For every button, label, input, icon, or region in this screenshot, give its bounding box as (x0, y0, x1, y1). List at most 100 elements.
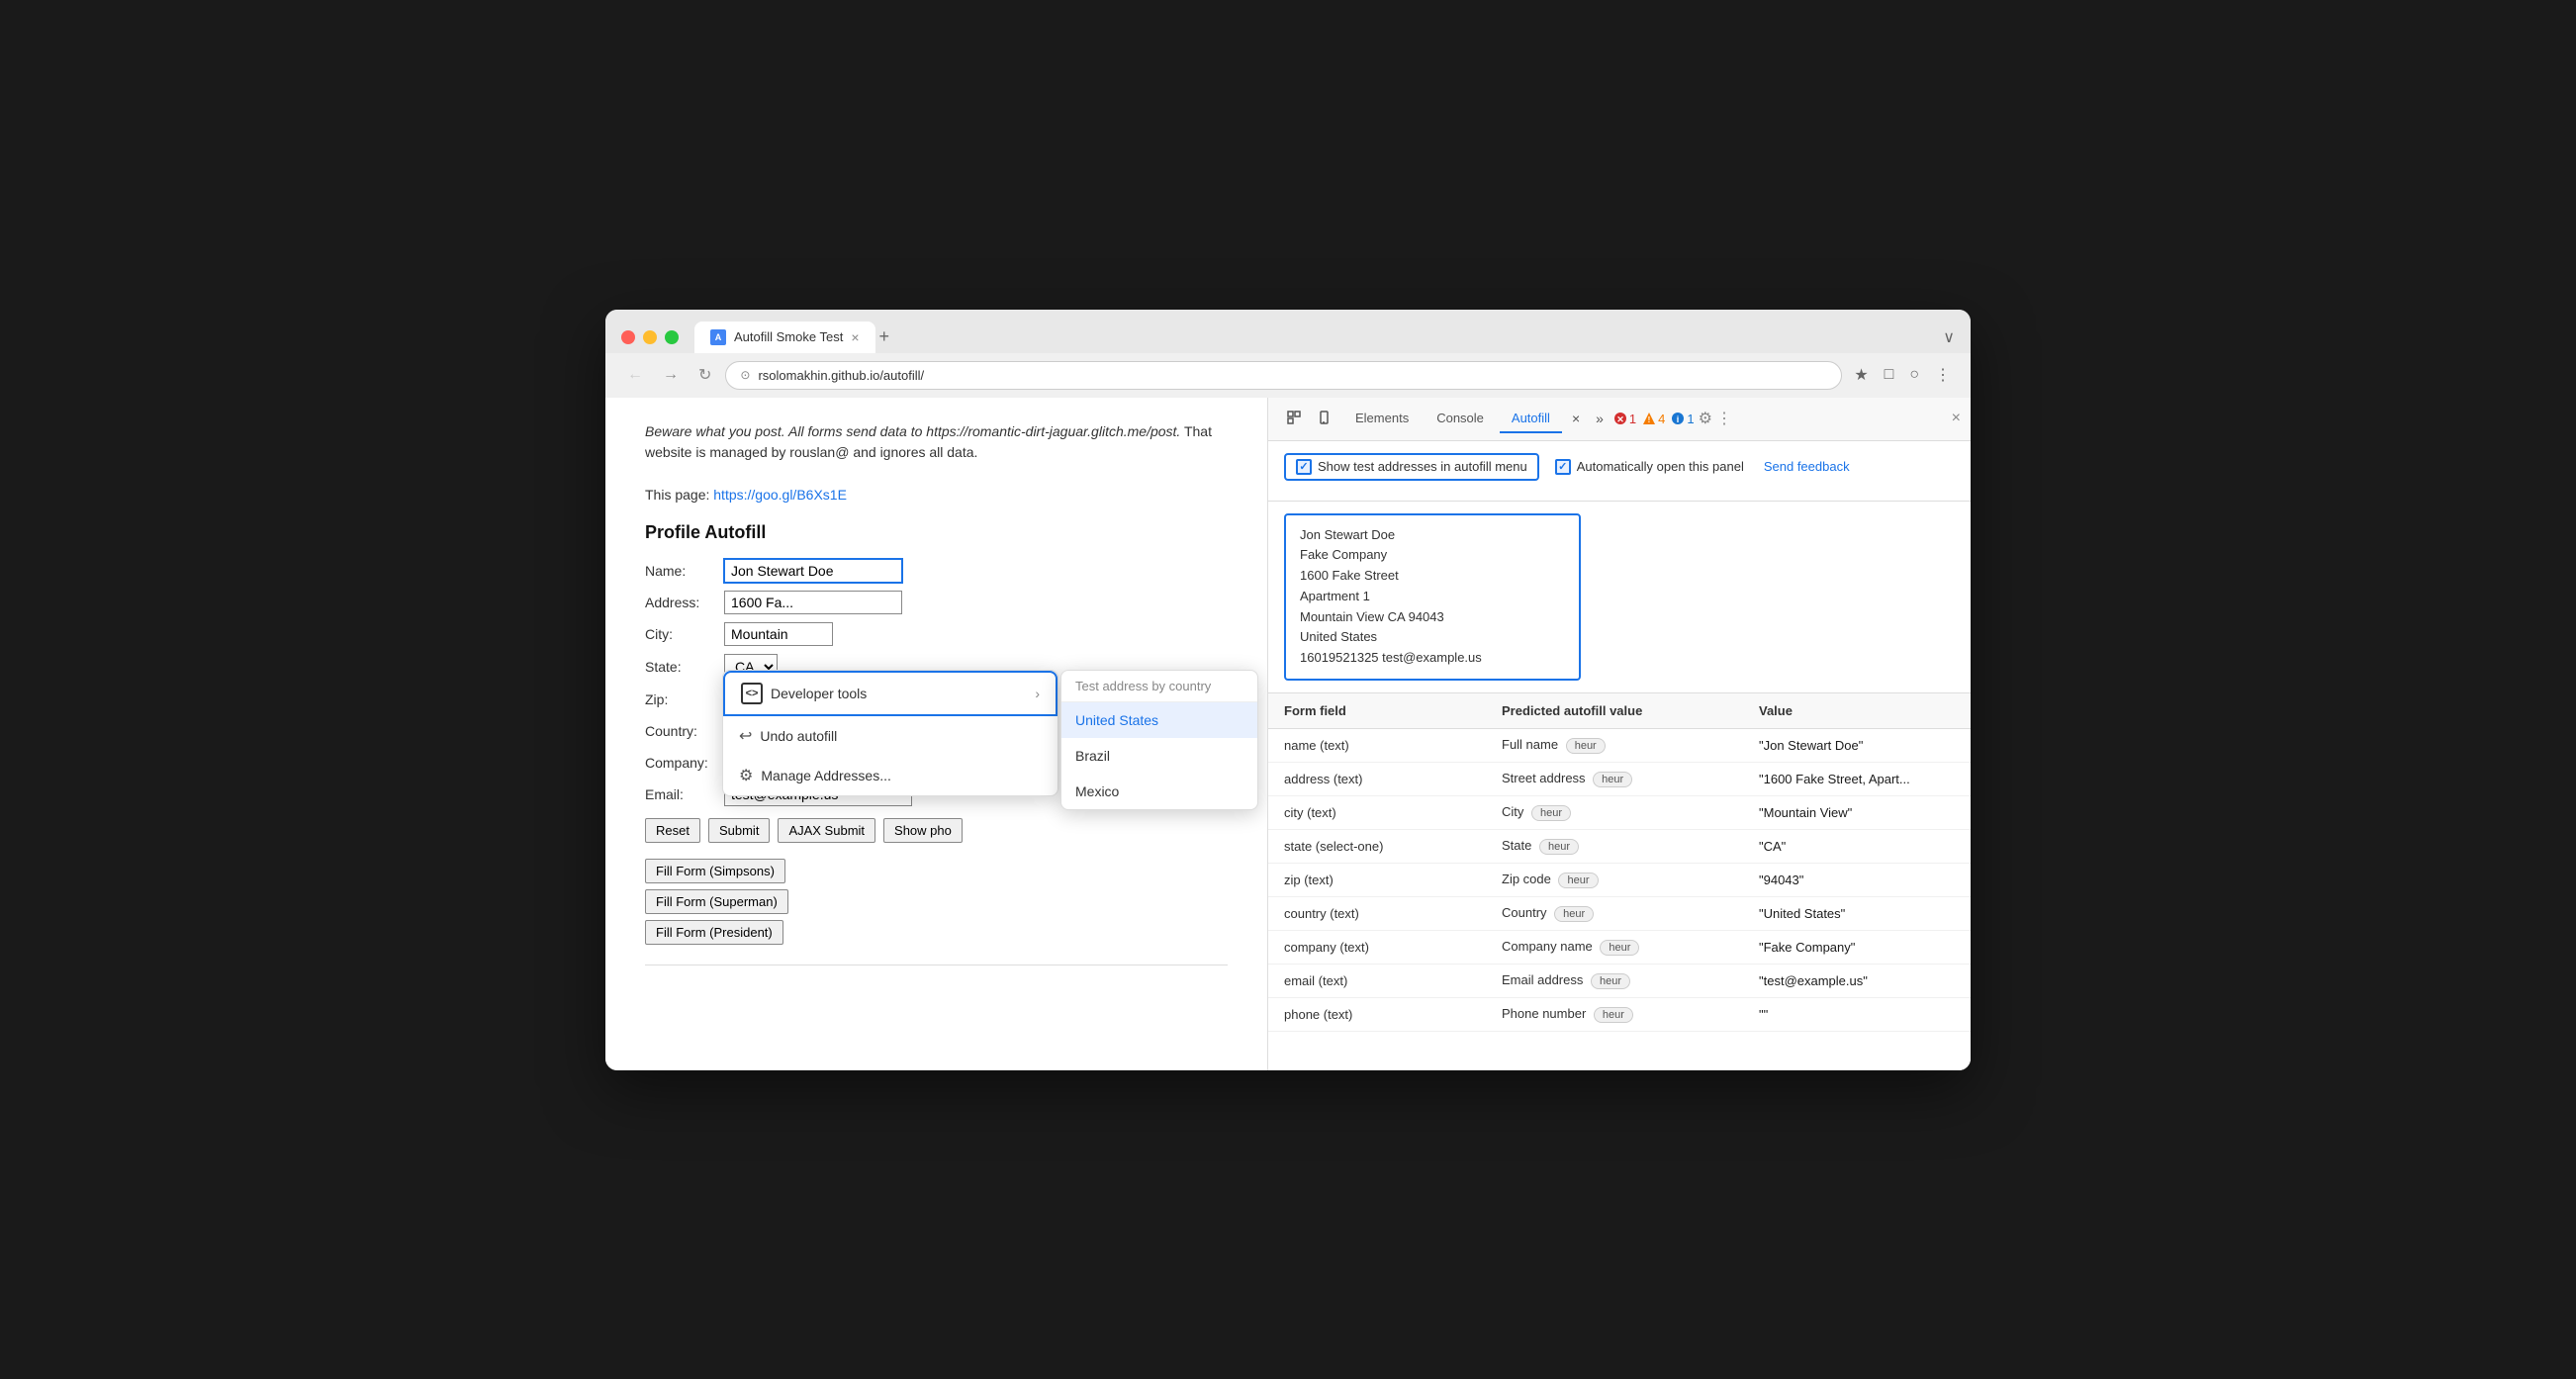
address-input[interactable] (724, 591, 902, 614)
nav-bar: ← → ↻ ⊙ rsolomakhin.github.io/autofill/ … (605, 353, 1971, 398)
manage-addresses-label: Manage Addresses... (761, 768, 891, 783)
extension-button[interactable]: □ (1881, 362, 1898, 388)
inspect-element-button[interactable] (1280, 404, 1308, 434)
email-label: Email: (645, 786, 724, 802)
address-bar[interactable]: ⊙ rsolomakhin.github.io/autofill/ (725, 361, 1842, 390)
fill-president-button[interactable]: Fill Form (President) (645, 920, 783, 945)
test-address-item-us[interactable]: United States (1061, 702, 1257, 738)
tab-autofill[interactable]: Autofill (1500, 405, 1562, 433)
star-button[interactable]: ★ (1850, 361, 1872, 389)
page-link: This page: https://goo.gl/B6Xs1E (645, 487, 1228, 503)
table-row: state (select-one) State heur "CA" (1268, 830, 1971, 864)
page-link-label: This page: (645, 487, 709, 503)
warning-text: Beware what you post. All forms send dat… (645, 421, 1228, 463)
close-button[interactable] (621, 330, 635, 344)
fill-superman-button[interactable]: Fill Form (Superman) (645, 889, 788, 914)
warning-badge: ! 4 (1642, 412, 1665, 426)
more-panels-button[interactable]: » (1590, 405, 1610, 432)
svg-text:✕: ✕ (1616, 414, 1624, 424)
forward-button[interactable]: → (657, 362, 685, 388)
developer-tools-label: Developer tools (771, 686, 867, 701)
webpage-panel: Beware what you post. All forms send dat… (605, 398, 1268, 1070)
fill-buttons: Fill Form (Simpsons) Fill Form (Superman… (645, 859, 1228, 945)
reload-button[interactable]: ↻ (692, 361, 717, 389)
cell-predicted: Phone number heur (1502, 1004, 1759, 1025)
cell-value: "test@example.us" (1759, 971, 1957, 990)
cell-field: address (text) (1284, 770, 1502, 788)
active-tab[interactable]: A Autofill Smoke Test × (694, 322, 875, 353)
cell-value: "CA" (1759, 837, 1957, 856)
cell-value: "United States" (1759, 904, 1957, 923)
maximize-button[interactable] (665, 330, 679, 344)
reset-button[interactable]: Reset (645, 818, 700, 843)
heur-badge: heur (1558, 873, 1598, 888)
browser-window: A Autofill Smoke Test × + ∨ ← → ↻ ⊙ rsol… (605, 310, 1971, 1070)
address-label: Address: (645, 595, 724, 610)
title-bar: A Autofill Smoke Test × + ∨ (605, 310, 1971, 353)
auto-open-checkbox[interactable]: Automatically open this panel (1555, 459, 1744, 475)
col-form-field: Form field (1284, 701, 1502, 720)
manage-addresses-item[interactable]: ⚙ Manage Addresses... (723, 756, 1058, 795)
submit-button[interactable]: Submit (708, 818, 770, 843)
test-address-item-brazil[interactable]: Brazil (1061, 738, 1257, 774)
address-preview-card: Jon Stewart Doe Fake Company 1600 Fake S… (1284, 513, 1581, 682)
warning-count: 4 (1658, 412, 1665, 426)
tab-expand-icon[interactable]: ∨ (1943, 327, 1955, 347)
svg-text:!: ! (1648, 415, 1651, 424)
send-feedback-link[interactable]: Send feedback (1764, 459, 1850, 474)
cell-value: "" (1759, 1005, 1957, 1024)
city-label: City: (645, 626, 724, 642)
test-address-item-mexico[interactable]: Mexico (1061, 774, 1257, 809)
cell-predicted: Company name heur (1502, 937, 1759, 958)
undo-icon: ↩ (739, 726, 752, 746)
page-link-url[interactable]: https://goo.gl/B6Xs1E (713, 487, 847, 503)
cell-predicted: State heur (1502, 836, 1759, 857)
ajax-submit-button[interactable]: AJAX Submit (778, 818, 875, 843)
tab-title: Autofill Smoke Test (734, 329, 843, 344)
main-content: Beware what you post. All forms send dat… (605, 398, 1971, 1070)
city-input[interactable] (724, 622, 833, 646)
error-badge: ✕ 1 (1613, 412, 1636, 426)
nav-actions: ★ □ ○ ⋮ (1850, 361, 1955, 389)
more-button[interactable]: ⋮ (1931, 361, 1955, 389)
tab-close-icon[interactable]: × (851, 329, 859, 345)
status-icons: ✕ 1 ! 4 i 1 (1613, 412, 1695, 426)
checkbox1-label: Show test addresses in autofill menu (1318, 459, 1527, 474)
traffic-lights (621, 330, 679, 344)
autofill-checkboxes: Show test addresses in autofill menu Aut… (1284, 453, 1957, 481)
devtools-close-button[interactable]: × (1952, 410, 1961, 427)
tab-console[interactable]: Console (1425, 405, 1496, 433)
cell-field: email (text) (1284, 971, 1502, 990)
table-row: phone (text) Phone number heur "" (1268, 998, 1971, 1032)
checkbox2-label: Automatically open this panel (1577, 459, 1744, 474)
table-header: Form field Predicted autofill value Valu… (1268, 693, 1971, 729)
tab-favicon: A (710, 329, 726, 345)
heur-badge: heur (1539, 839, 1579, 855)
developer-tools-item[interactable]: <> Developer tools › (723, 671, 1058, 716)
more-options-button[interactable]: ⋮ (1716, 409, 1732, 428)
show-pho-button[interactable]: Show pho (883, 818, 963, 843)
zip-label: Zip: (645, 691, 724, 707)
profile-button[interactable]: ○ (1905, 362, 1923, 388)
svg-text:i: i (1677, 414, 1680, 424)
back-button[interactable]: ← (621, 362, 649, 388)
tab-elements[interactable]: Elements (1343, 405, 1421, 433)
fill-simpsons-button[interactable]: Fill Form (Simpsons) (645, 859, 785, 883)
tab-bar: A Autofill Smoke Test × + (694, 322, 1935, 353)
minimize-button[interactable] (643, 330, 657, 344)
secure-icon: ⊙ (740, 368, 750, 382)
warning-italic: Beware what you post. All forms send dat… (645, 423, 1180, 439)
new-tab-button[interactable]: + (879, 326, 890, 347)
show-test-addresses-checkbox[interactable]: Show test addresses in autofill menu (1284, 453, 1539, 481)
device-toolbar-button[interactable] (1312, 404, 1339, 434)
form-group-city: City: <> Developer tools › ↩ Undo autofi… (645, 622, 1228, 646)
cell-value: "1600 Fake Street, Apart... (1759, 770, 1957, 788)
undo-autofill-item[interactable]: ↩ Undo autofill (723, 716, 1058, 756)
company-label: Company: (645, 755, 724, 771)
close-tab-button[interactable]: × (1566, 405, 1586, 432)
heur-badge: heur (1591, 973, 1630, 989)
settings-button[interactable]: ⚙ (1699, 409, 1712, 428)
checkbox2-box (1555, 459, 1571, 475)
name-input[interactable] (724, 559, 902, 583)
form-group-address: Address: (645, 591, 1228, 614)
